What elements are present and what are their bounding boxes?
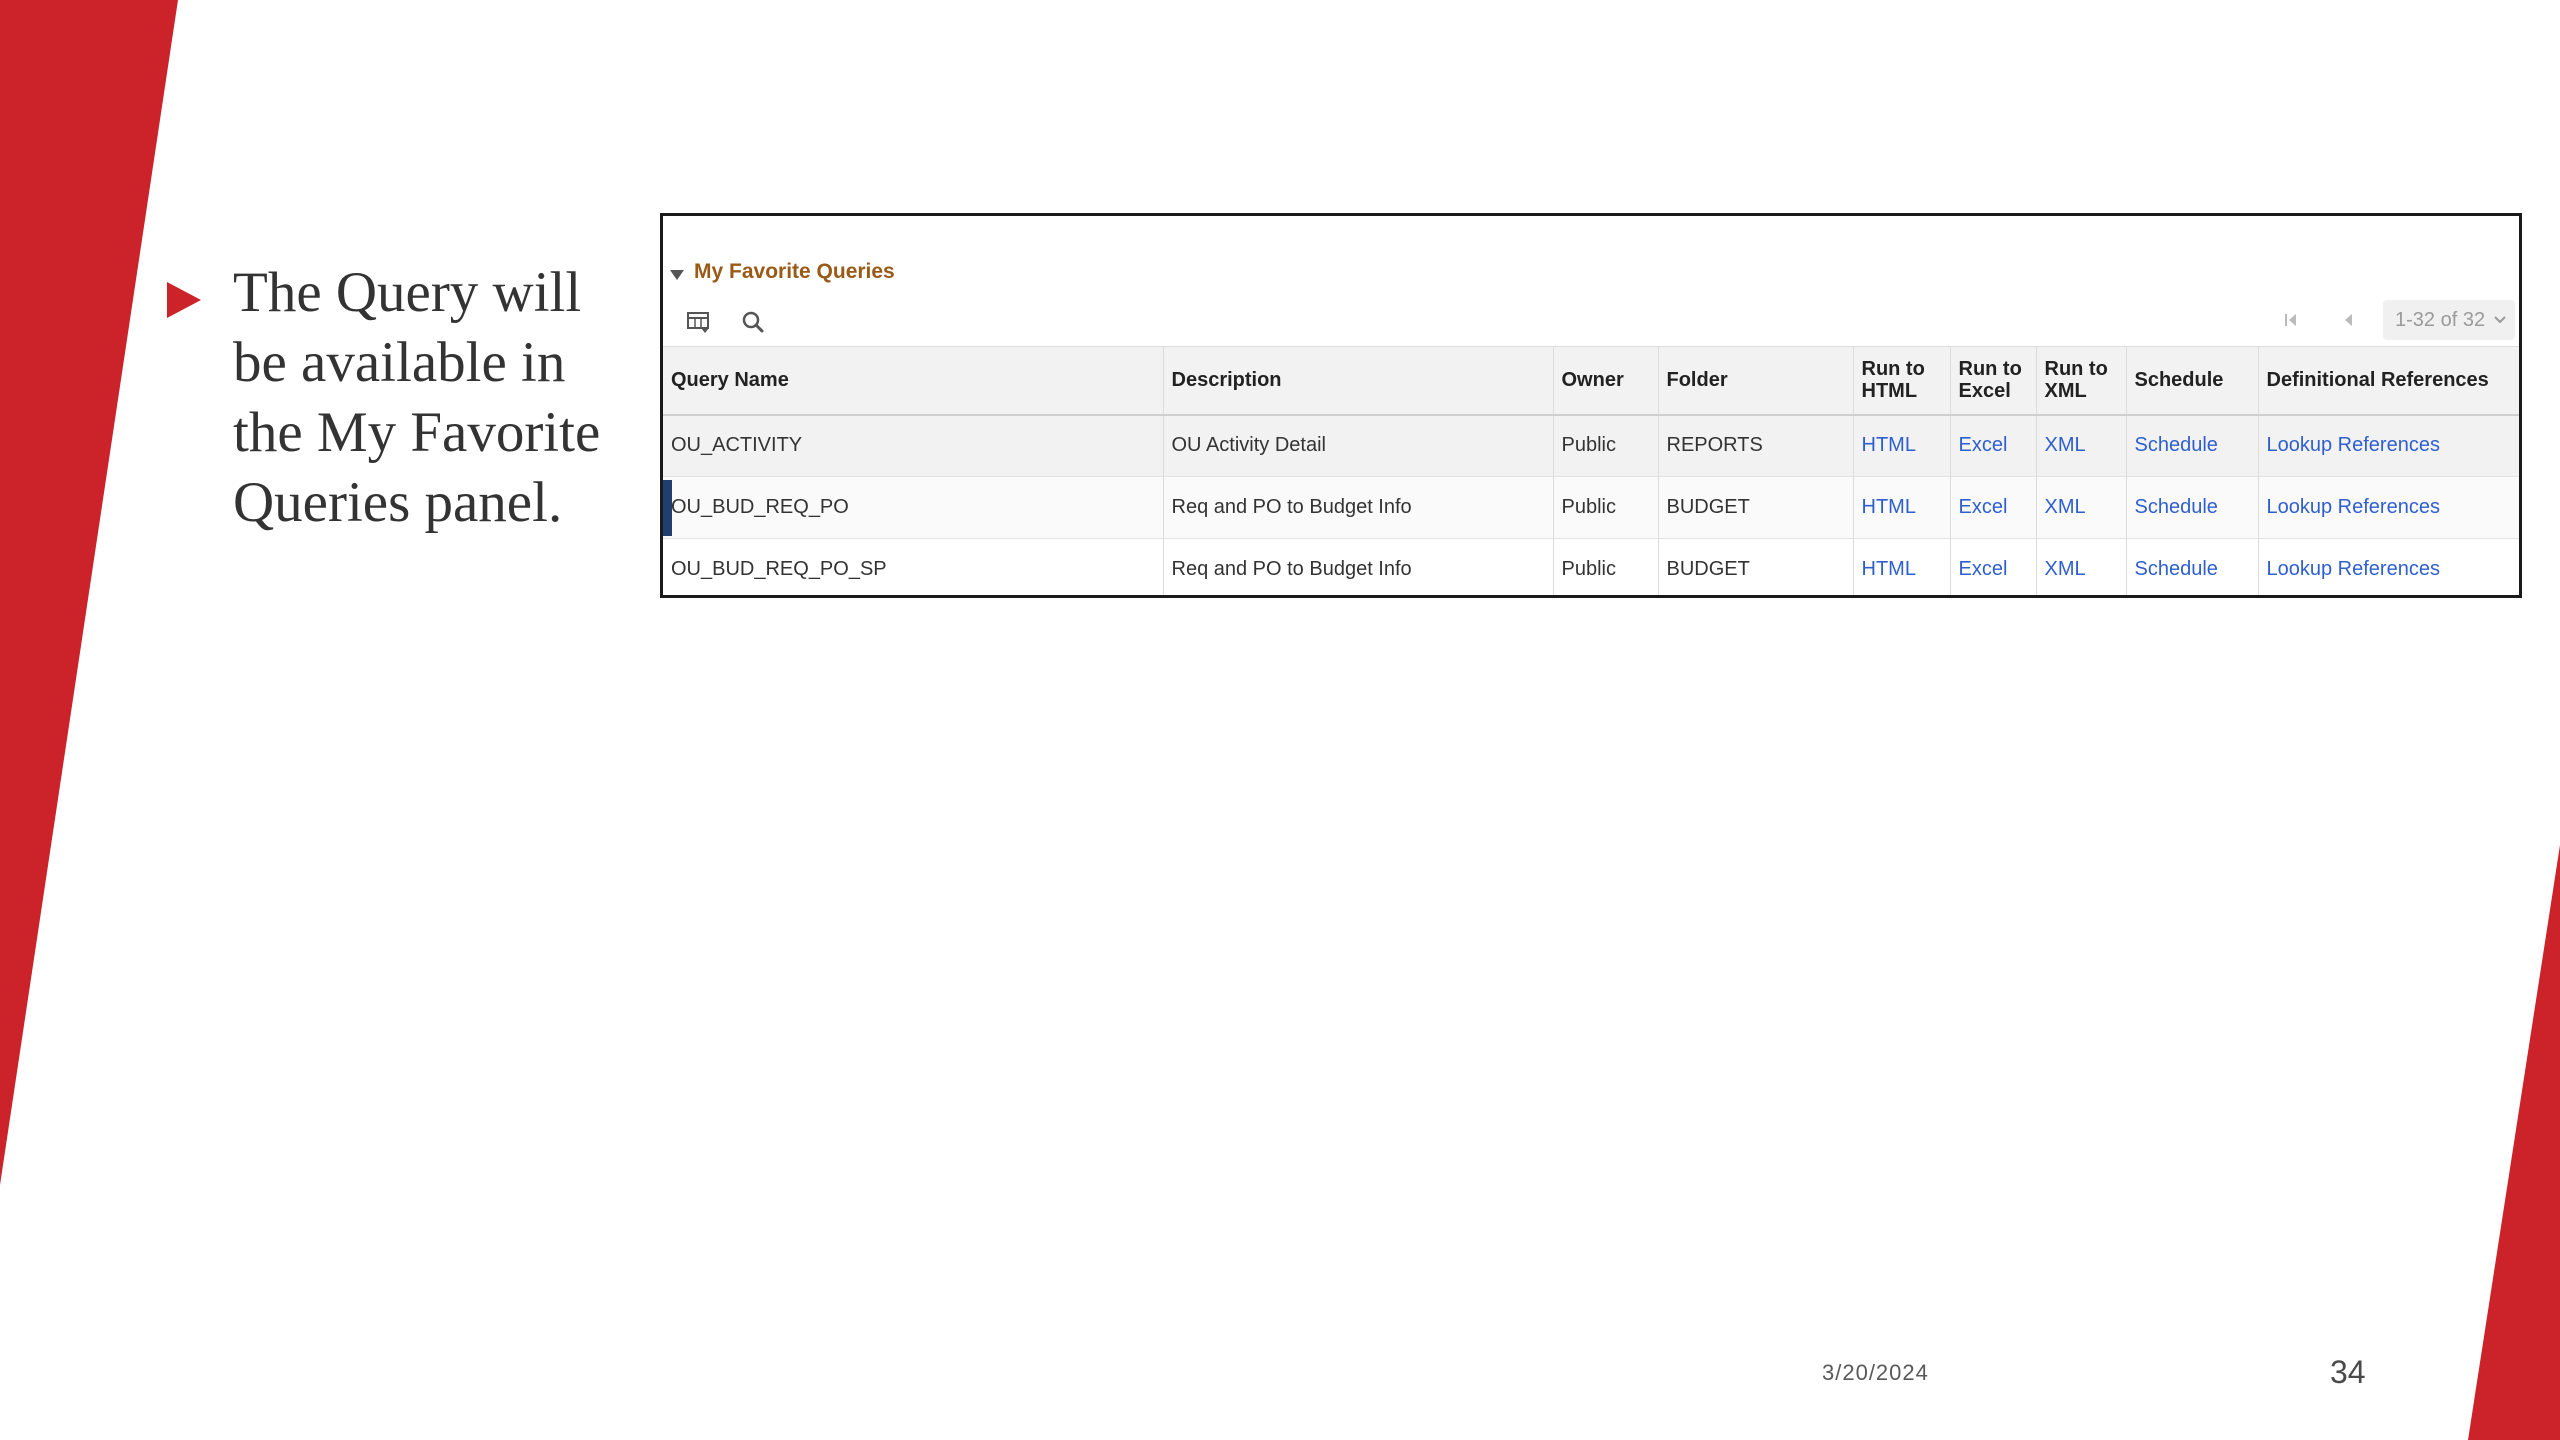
run-to-excel-link[interactable]: Excel — [1959, 558, 2008, 580]
table-row[interactable]: OU_BUD_REQ_PO_SP Req and PO to Budget In… — [663, 538, 2519, 595]
run-to-html-link[interactable]: HTML — [1862, 496, 1916, 518]
first-page-icon[interactable] — [2280, 309, 2302, 331]
grid-header-row: Query Name Description Owner Folder Run … — [663, 346, 2519, 415]
run-to-excel-link[interactable]: Excel — [1959, 496, 2008, 518]
previous-page-icon[interactable] — [2338, 309, 2360, 331]
right-red-band — [2468, 845, 2560, 1440]
query-name-cell: OU_BUD_REQ_PO — [663, 476, 1164, 539]
schedule-link[interactable]: Schedule — [2135, 496, 2218, 518]
bullet-text: The Query will be available in the My Fa… — [233, 261, 601, 534]
panel-header[interactable]: My Favorite Queries — [663, 256, 2519, 296]
my-favorite-queries-panel: My Favorite Queries 1-32 of 32 Query Nam… — [660, 213, 2522, 598]
column-header-run-to-html[interactable]: Run to HTML — [1853, 346, 1951, 415]
query-name-cell: OU_BUD_REQ_PO_SP — [663, 538, 1164, 595]
column-header-run-to-excel[interactable]: Run to Excel — [1950, 346, 2037, 415]
run-to-xml-link[interactable]: XML — [2045, 558, 2086, 580]
triangle-down-icon[interactable] — [669, 269, 685, 281]
search-icon[interactable] — [739, 308, 767, 336]
row-range-select[interactable]: 1-32 of 32 — [2383, 300, 2515, 340]
favorite-queries-grid: Query Name Description Owner Folder Run … — [663, 346, 2519, 595]
schedule-link[interactable]: Schedule — [2135, 434, 2218, 456]
grid-toolbar: 1-32 of 32 — [663, 296, 2519, 346]
grid-settings-icon[interactable] — [685, 308, 713, 336]
bullet-arrow-icon — [167, 282, 201, 318]
schedule-link[interactable]: Schedule — [2135, 558, 2218, 580]
owner-cell: Public — [1553, 538, 1659, 595]
table-row[interactable]: OU_BUD_REQ_PO Req and PO to Budget Info … — [663, 476, 2519, 539]
column-header-query-name[interactable]: Query Name — [663, 346, 1164, 415]
column-header-description[interactable]: Description — [1163, 346, 1554, 415]
folder-cell: BUDGET — [1658, 538, 1854, 595]
description-cell: Req and PO to Budget Info — [1163, 476, 1554, 539]
table-row[interactable]: OU_ACTIVITY OU Activity Detail Public RE… — [663, 414, 2519, 477]
row-range-label: 1-32 of 32 — [2395, 309, 2486, 331]
lookup-references-link[interactable]: Lookup References — [2267, 496, 2440, 518]
left-red-band — [0, 0, 178, 1185]
slide-page-number: 34 — [2330, 1354, 2366, 1390]
column-header-definitional-references[interactable]: Definitional References — [2258, 347, 2519, 415]
run-to-excel-link[interactable]: Excel — [1959, 434, 2008, 456]
column-header-owner[interactable]: Owner — [1553, 346, 1659, 415]
lookup-references-link[interactable]: Lookup References — [2267, 434, 2440, 456]
lookup-references-link[interactable]: Lookup References — [2267, 558, 2440, 580]
run-to-html-link[interactable]: HTML — [1862, 558, 1916, 580]
column-header-folder[interactable]: Folder — [1658, 346, 1854, 415]
folder-cell: BUDGET — [1658, 476, 1854, 539]
column-header-schedule[interactable]: Schedule — [2126, 346, 2259, 415]
row-focus-indicator — [663, 480, 672, 536]
chevron-down-icon — [2494, 316, 2506, 324]
query-name-cell: OU_ACTIVITY — [663, 414, 1164, 477]
column-header-run-to-xml[interactable]: Run to XML — [2036, 346, 2127, 415]
slide-date: 3/20/2024 — [1822, 1360, 1929, 1385]
description-cell: Req and PO to Budget Info — [1163, 538, 1554, 595]
run-to-xml-link[interactable]: XML — [2045, 496, 2086, 518]
owner-cell: Public — [1553, 476, 1659, 539]
folder-cell: REPORTS — [1658, 414, 1854, 477]
run-to-xml-link[interactable]: XML — [2045, 434, 2086, 456]
panel-title[interactable]: My Favorite Queries — [694, 260, 895, 284]
run-to-html-link[interactable]: HTML — [1862, 434, 1916, 456]
owner-cell: Public — [1553, 414, 1659, 477]
description-cell: OU Activity Detail — [1163, 414, 1554, 477]
